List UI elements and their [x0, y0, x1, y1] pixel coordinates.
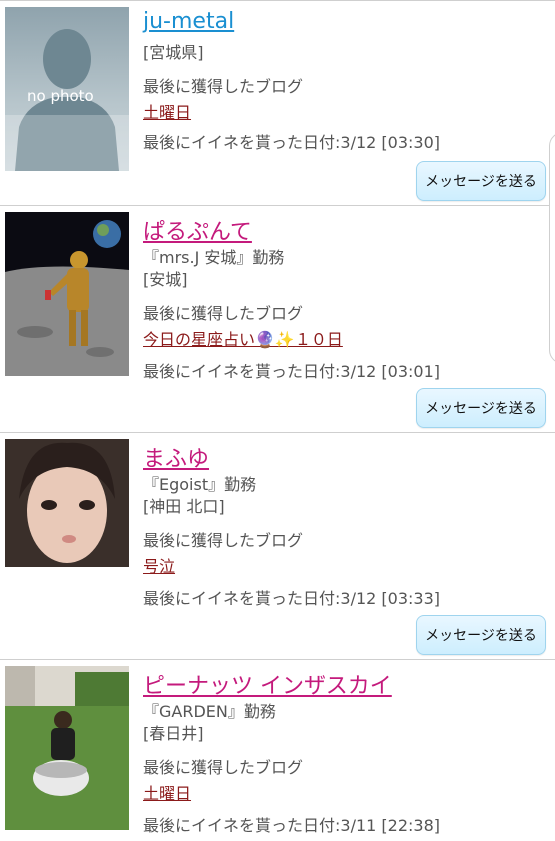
avatar[interactable] — [5, 439, 129, 567]
blog-label: 最後に獲得したブログ — [143, 77, 304, 96]
last-like-date: 最後にイイネを貰った日付:3/11 [22:38] — [143, 816, 441, 835]
list-item: まふゆ 『Egoist』勤務 [神田 北口] 最後に獲得したブログ 号泣 最後に… — [0, 432, 555, 660]
avatar[interactable] — [5, 212, 129, 376]
send-message-button[interactable]: メッセージを送る — [416, 388, 546, 428]
no-photo-label: no photo — [27, 87, 94, 105]
list-item: ピーナッツ インザスカイ 『GARDEN』勤務 [春日井] 最後に獲得したブログ… — [0, 659, 555, 841]
garden-photo-image — [5, 666, 129, 830]
side-panel-handle[interactable] — [549, 132, 555, 364]
last-like-date: 最後にイイネを貰った日付:3/12 [03:33] — [143, 589, 441, 608]
last-like-date: 最後にイイネを貰った日付:3/12 [03:01] — [143, 362, 441, 381]
user-name-link[interactable]: ぱるぷんて — [143, 214, 252, 246]
send-message-button[interactable]: メッセージを送る — [416, 615, 546, 655]
avatar[interactable] — [5, 666, 129, 830]
blog-title-link[interactable]: 土曜日 — [143, 780, 191, 804]
blog-title-link[interactable]: 土曜日 — [143, 99, 191, 123]
user-name-link[interactable]: まふゆ — [143, 441, 209, 473]
moon-photo-image — [5, 212, 129, 376]
user-area: [宮城県] — [143, 43, 204, 62]
blog-title-link[interactable]: 今日の星座占い🔮✨１０日 — [143, 326, 343, 350]
avatar[interactable]: no photo — [5, 7, 129, 171]
send-message-button[interactable]: メッセージを送る — [416, 161, 546, 201]
blog-label: 最後に獲得したブログ — [143, 304, 304, 323]
user-name-link[interactable]: ピーナッツ インザスカイ — [143, 668, 392, 700]
blog-title-link[interactable]: 号泣 — [143, 553, 175, 577]
user-workplace: 『GARDEN』勤務 — [143, 702, 276, 721]
blog-label: 最後に獲得したブログ — [143, 758, 304, 777]
profile-photo-image — [5, 439, 129, 567]
user-area: [春日井] — [143, 724, 204, 743]
user-area: [神田 北口] — [143, 497, 225, 516]
list-item: no photo ju-metal [宮城県] 最後に獲得したブログ 土曜日 最… — [0, 0, 555, 206]
user-workplace: 『mrs.J 安城』勤務 — [143, 248, 285, 267]
user-area: [安城] — [143, 270, 188, 289]
user-name-link[interactable]: ju-metal — [143, 9, 234, 34]
blog-label: 最後に獲得したブログ — [143, 531, 304, 550]
list-item: ぱるぷんて 『mrs.J 安城』勤務 [安城] 最後に獲得したブログ 今日の星座… — [0, 205, 555, 433]
last-like-date: 最後にイイネを貰った日付:3/12 [03:30] — [143, 133, 441, 152]
user-workplace: 『Egoist』勤務 — [143, 475, 257, 494]
